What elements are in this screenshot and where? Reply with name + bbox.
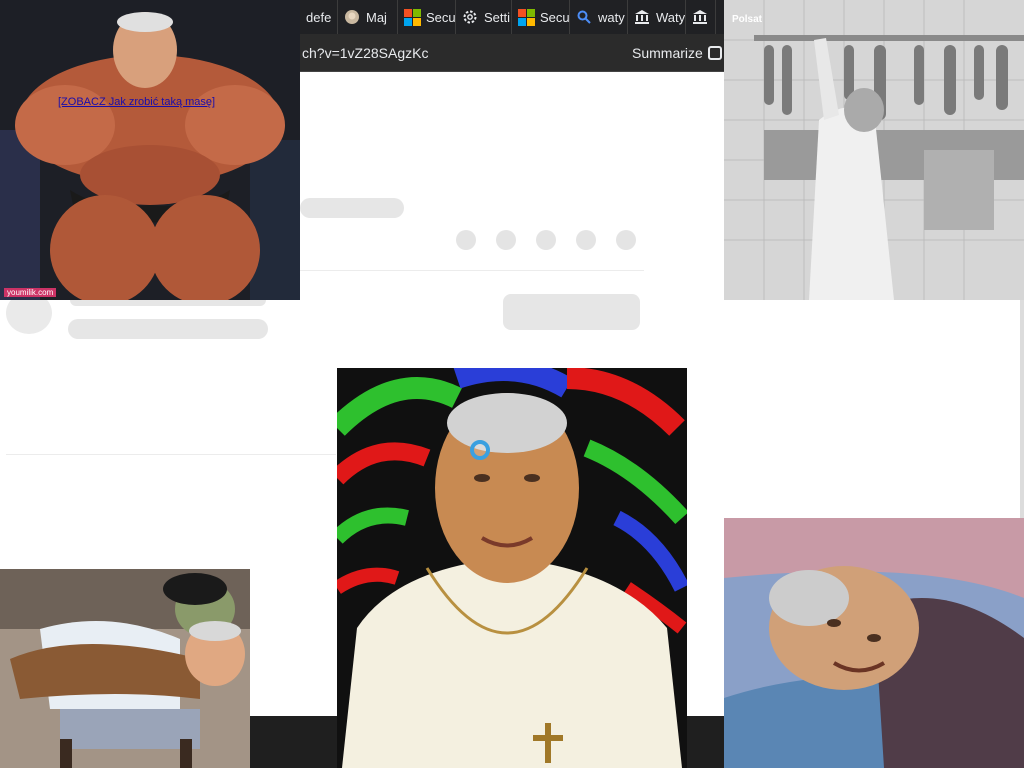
pope-portrait-image xyxy=(337,368,687,768)
microsoft-icon xyxy=(403,8,421,26)
boy-guitar-image xyxy=(0,569,250,768)
tab-4[interactable]: Setti xyxy=(456,0,512,34)
tab-3[interactable]: Secu xyxy=(398,0,456,34)
search-icon xyxy=(576,9,592,25)
skeleton-title xyxy=(300,198,404,218)
tab-6[interactable]: waty xyxy=(570,0,628,34)
tab-8[interactable]: I xyxy=(686,0,716,34)
skeleton-action-5 xyxy=(616,230,636,250)
skeleton-action-4 xyxy=(576,230,596,250)
tab-7-label: Waty xyxy=(656,9,686,25)
tab-2[interactable]: Maj xyxy=(338,0,398,34)
butcher-watermark: Polsat xyxy=(732,14,763,25)
tab-3-label: Secu xyxy=(426,9,456,25)
tab-5[interactable]: Secu xyxy=(512,0,570,34)
butcher-shop-image: Polsat xyxy=(724,0,1024,300)
microsoft-icon xyxy=(517,8,535,26)
bodybuilder-caption-link[interactable]: [ZOBACZ Jak zrobić taką masę] xyxy=(58,96,215,108)
tab-7[interactable]: Waty xyxy=(628,0,686,34)
tab-6-label: waty xyxy=(598,9,625,25)
avatar-icon xyxy=(344,9,360,25)
skeleton-action-1 xyxy=(456,230,476,250)
library-icon xyxy=(692,9,708,25)
library-icon xyxy=(634,9,650,25)
tab-8-label: I xyxy=(714,10,715,25)
mouse-cursor-indicator xyxy=(470,440,490,460)
summarize-button[interactable]: Summarize xyxy=(632,45,703,61)
skeleton-action-3 xyxy=(536,230,556,250)
scrollbar-track[interactable] xyxy=(1020,300,1024,518)
divider-2 xyxy=(6,454,336,455)
summarize-icon[interactable] xyxy=(708,46,722,60)
tab-4-label: Setti xyxy=(484,9,511,25)
bodybuilder-watermark: youmilik.com xyxy=(4,288,57,297)
skeleton-subscribers xyxy=(68,319,268,339)
gear-icon xyxy=(462,9,478,25)
divider xyxy=(300,270,644,271)
tab-1-label: defe xyxy=(306,9,332,25)
smiling-pope-image xyxy=(724,518,1024,768)
tab-1[interactable]: defe xyxy=(300,0,338,34)
bodybuilder-image: [ZOBACZ Jak zrobić taką masę] youmilik.c… xyxy=(0,0,300,300)
url-field[interactable]: ch?v=1vZ28SAgzKc xyxy=(302,45,428,61)
tab-5-label: Secu xyxy=(540,9,570,25)
tab-2-label: Maj xyxy=(366,9,387,25)
skeleton-action-2 xyxy=(496,230,516,250)
skeleton-subscribe-button xyxy=(503,294,640,330)
